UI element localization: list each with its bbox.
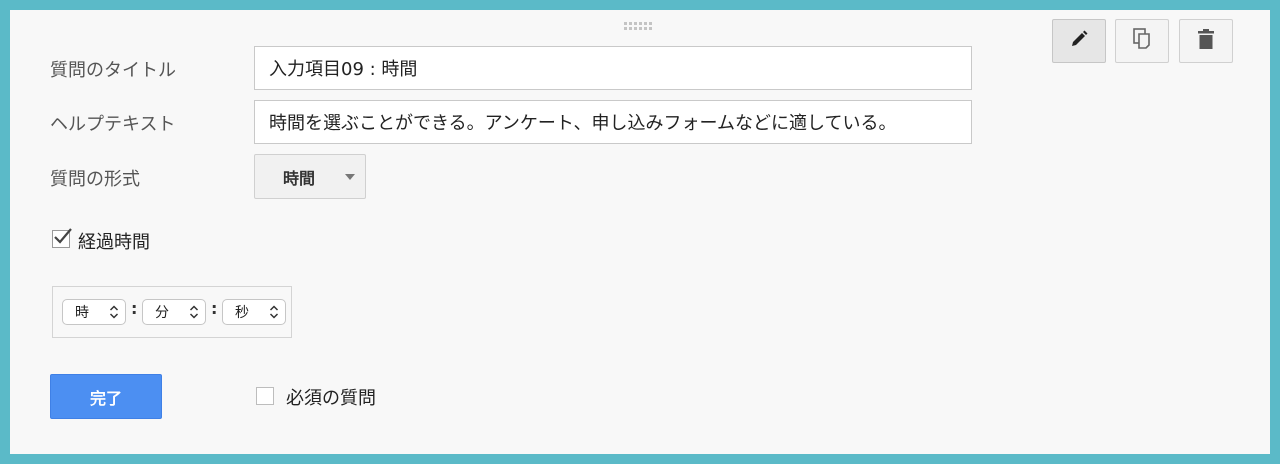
duplicate-icon	[1132, 28, 1152, 54]
duration-checkbox[interactable]	[52, 228, 72, 248]
question-title-label: 質問のタイトル	[50, 60, 176, 81]
updown-icon	[109, 305, 119, 319]
help-text-label: ヘルプテキスト	[50, 114, 176, 135]
drag-handle[interactable]	[624, 22, 656, 34]
done-button[interactable]: 完了	[50, 374, 162, 419]
delete-button[interactable]	[1179, 19, 1233, 63]
duplicate-button[interactable]	[1115, 19, 1169, 63]
minute-select[interactable]: 分	[142, 299, 206, 325]
help-text-input[interactable]	[254, 100, 972, 144]
time-picker: 時 : 分 : 秒	[52, 286, 292, 338]
minute-value: 分	[155, 305, 169, 321]
pencil-icon	[1069, 29, 1089, 53]
second-value: 秒	[235, 305, 249, 321]
question-title-input[interactable]	[254, 46, 972, 90]
duration-label: 経過時間	[78, 232, 150, 253]
question-type-select[interactable]: 時間	[254, 154, 366, 199]
time-separator: :	[211, 299, 218, 318]
hour-value: 時	[75, 305, 89, 321]
question-editor-panel: 質問のタイトル ヘルプテキスト 質問の形式 時間 経過時間 時 : 分	[10, 10, 1270, 454]
second-select[interactable]: 秒	[222, 299, 286, 325]
question-type-value: 時間	[283, 168, 316, 188]
time-separator: :	[131, 299, 138, 318]
chevron-down-icon	[345, 174, 355, 180]
required-checkbox[interactable]	[256, 387, 274, 405]
updown-icon	[269, 305, 279, 319]
updown-icon	[189, 305, 199, 319]
hour-select[interactable]: 時	[62, 299, 126, 325]
question-type-label: 質問の形式	[50, 169, 140, 190]
required-label: 必須の質問	[286, 388, 376, 409]
edit-button[interactable]	[1052, 19, 1106, 63]
trash-icon	[1197, 28, 1215, 54]
